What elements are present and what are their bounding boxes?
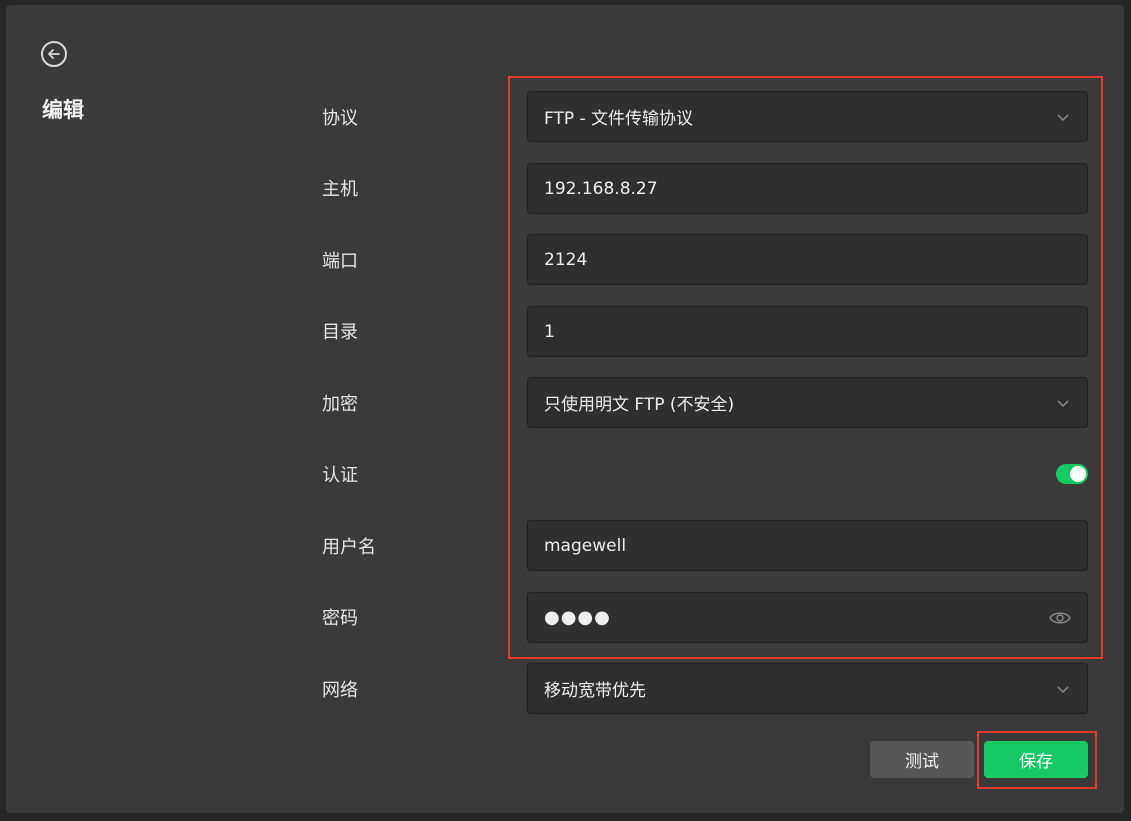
save-button[interactable]: 保存	[984, 741, 1088, 778]
back-arrow-icon	[48, 49, 60, 59]
page-title: 编辑	[42, 98, 84, 122]
username-label: 用户名	[322, 537, 376, 558]
password-value: ●●●●	[544, 607, 611, 628]
network-select[interactable]: 移动宽带优先	[527, 663, 1088, 714]
back-button[interactable]	[41, 41, 67, 67]
test-button[interactable]: 测试	[870, 741, 974, 778]
host-input[interactable]: 192.168.8.27	[527, 163, 1088, 214]
directory-input[interactable]: 1	[527, 306, 1088, 357]
auth-label: 认证	[322, 465, 358, 486]
port-input[interactable]: 2124	[527, 234, 1088, 285]
port-label: 端口	[322, 251, 358, 272]
protocol-value: FTP - 文件传输协议	[544, 109, 694, 129]
directory-value: 1	[544, 321, 555, 342]
chevron-down-icon	[1057, 685, 1069, 693]
encryption-value: 只使用明文 FTP (不安全)	[544, 395, 735, 415]
host-value: 192.168.8.27	[544, 178, 658, 199]
protocol-select[interactable]: FTP - 文件传输协议	[527, 91, 1088, 142]
network-label: 网络	[322, 680, 358, 701]
chevron-down-icon	[1057, 113, 1069, 121]
port-value: 2124	[544, 249, 588, 270]
username-value: magewell	[544, 535, 627, 556]
toggle-knob	[1070, 466, 1086, 482]
username-input[interactable]: magewell	[527, 520, 1088, 571]
network-value: 移动宽带优先	[544, 681, 646, 701]
password-label: 密码	[322, 608, 358, 629]
auth-toggle[interactable]	[1056, 464, 1088, 484]
encryption-label: 加密	[322, 394, 358, 415]
chevron-down-icon	[1057, 399, 1069, 407]
password-input[interactable]: ●●●●	[527, 592, 1088, 643]
eye-icon[interactable]	[1049, 610, 1071, 626]
host-label: 主机	[322, 179, 358, 200]
directory-label: 目录	[322, 322, 358, 343]
encryption-select[interactable]: 只使用明文 FTP (不安全)	[527, 377, 1088, 428]
protocol-label: 协议	[322, 108, 358, 129]
